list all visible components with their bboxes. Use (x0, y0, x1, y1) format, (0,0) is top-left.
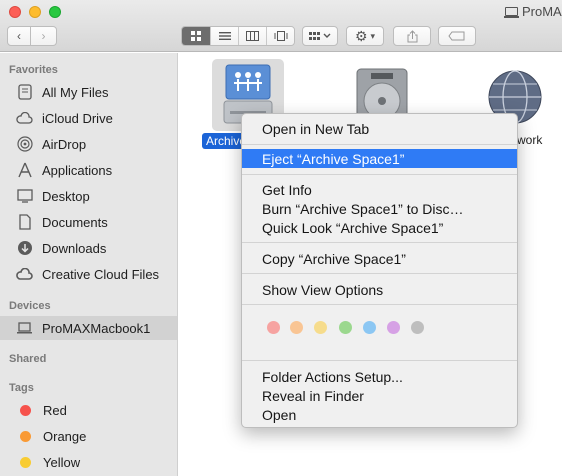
volume-label-network: work (517, 133, 543, 147)
sidebar-item-label: Yellow (43, 454, 81, 470)
sidebar-item-label: ProMAXMacbook1 (42, 320, 151, 336)
tag-color-purple[interactable] (387, 321, 400, 334)
view-mode-segmented-control[interactable] (181, 26, 295, 46)
yellow-tag-dot (20, 456, 31, 468)
edit-tags-button[interactable] (438, 26, 476, 46)
chevron-down-icon: ▾ (370, 30, 376, 41)
laptop-icon (504, 7, 519, 18)
sidebar-tag-red[interactable]: Red (0, 398, 177, 422)
desktop-icon (16, 188, 33, 205)
window-title-text: ProMA (522, 4, 562, 19)
tag-color-yellow[interactable] (314, 321, 327, 334)
downloads-icon (16, 240, 33, 257)
favorites-header: Favorites (9, 64, 58, 76)
menu-item-copy[interactable]: Copy “Archive Space1” (242, 249, 517, 268)
sidebar-item-label: AirDrop (42, 136, 87, 152)
forward-button[interactable]: › (31, 26, 57, 46)
sidebar-item-icloud-drive[interactable]: iCloud Drive (0, 106, 177, 130)
sidebar-item-all-my-files[interactable]: All My Files (0, 80, 177, 104)
menu-separator (242, 242, 517, 243)
icon-view-button[interactable] (182, 27, 210, 45)
sidebar-item-applications[interactable]: Applications (0, 158, 177, 182)
tag-color-gray[interactable] (411, 321, 424, 334)
window-title: ProMA (504, 4, 562, 19)
menu-separator (242, 360, 517, 361)
menu-item-eject[interactable]: Eject “Archive Space1” (242, 149, 517, 168)
menu-item-burn-to-disc[interactable]: Burn “Archive Space1” to Disc… (242, 199, 517, 218)
sidebar-item-promaxmacbook1[interactable]: ProMAXMacbook1 (0, 316, 177, 340)
list-view-button[interactable] (210, 27, 238, 45)
red-tag-dot (20, 404, 31, 416)
tag-color-red[interactable] (267, 321, 280, 334)
chevron-right-icon: › (41, 29, 46, 43)
sidebar-item-label: Creative Cloud Files (42, 266, 160, 282)
sidebar: Favorites All My Files iCloud Drive AirD… (0, 53, 178, 476)
menu-separator (242, 304, 517, 305)
menu-item-reveal-in-finder[interactable]: Reveal in Finder (242, 386, 517, 405)
menu-item-quick-look[interactable]: Quick Look “Archive Space1” (242, 218, 517, 237)
menu-separator (242, 273, 517, 274)
creative-cloud-icon (16, 266, 33, 283)
sidebar-item-label: All My Files (42, 84, 109, 100)
tag-color-orange[interactable] (290, 321, 303, 334)
sidebar-item-label: iCloud Drive (42, 110, 113, 126)
list-icon (218, 32, 231, 40)
sidebar-tag-orange[interactable]: Orange (0, 424, 177, 448)
applications-icon (16, 162, 33, 179)
sidebar-tag-yellow[interactable]: Yellow (0, 450, 177, 474)
sidebar-item-label: Downloads (42, 240, 107, 256)
shared-header: Shared (9, 353, 47, 365)
menu-item-folder-actions-setup[interactable]: Folder Actions Setup... (242, 367, 517, 386)
sidebar-item-creative-cloud-files[interactable]: Creative Cloud Files (0, 262, 177, 286)
tags-header: Tags (9, 382, 34, 394)
menu-item-show-view-options[interactable]: Show View Options (242, 280, 517, 299)
action-button[interactable]: ⚙ ▾ (346, 26, 384, 46)
cloud-icon (16, 110, 33, 127)
sidebar-item-desktop[interactable]: Desktop (0, 184, 177, 208)
back-button[interactable]: ‹ (7, 26, 31, 46)
arrange-button[interactable] (302, 26, 338, 46)
sidebar-item-airdrop[interactable]: AirDrop (0, 132, 177, 156)
sidebar-item-label: Orange (43, 428, 87, 444)
airdrop-icon (16, 136, 33, 153)
gear-icon: ⚙ (354, 27, 368, 44)
share-icon (407, 29, 417, 42)
sidebar-item-label: Documents (42, 214, 108, 230)
cover-flow-icon (274, 31, 287, 41)
orange-tag-dot (20, 430, 31, 442)
minimize-window-button[interactable] (29, 6, 41, 18)
menu-separator (242, 144, 517, 145)
context-menu: Open in New Tab Eject “Archive Space1” G… (241, 113, 518, 428)
cover-flow-view-button[interactable] (266, 27, 294, 45)
menu-item-get-info[interactable]: Get Info (242, 180, 517, 199)
sidebar-item-label: Red (43, 402, 67, 418)
close-window-button[interactable] (9, 6, 21, 18)
menu-item-open[interactable]: Open (242, 405, 517, 424)
sidebar-item-label: Applications (42, 162, 113, 178)
devices-header: Devices (9, 300, 51, 312)
tag-icon (448, 31, 465, 41)
grid-icon (191, 31, 201, 41)
sidebar-item-downloads[interactable]: Downloads (0, 236, 177, 260)
tag-color-green[interactable] (339, 321, 352, 334)
share-button[interactable] (393, 26, 431, 46)
menu-item-open-in-new-tab[interactable]: Open in New Tab (242, 119, 517, 138)
toolbar: ProMA ‹ › ⚙ ▾ (0, 0, 562, 52)
sidebar-item-documents[interactable]: Documents (0, 210, 177, 234)
zoom-window-button[interactable] (49, 6, 61, 18)
laptop-icon (16, 320, 33, 337)
chevron-left-icon: ‹ (17, 29, 21, 43)
sidebar-item-label: Desktop (42, 188, 90, 204)
columns-icon (246, 31, 259, 41)
tag-color-blue[interactable] (363, 321, 376, 334)
documents-icon (16, 214, 33, 231)
menu-separator (242, 174, 517, 175)
arrange-icon (309, 32, 331, 40)
column-view-button[interactable] (238, 27, 266, 45)
all-files-icon (16, 84, 33, 101)
